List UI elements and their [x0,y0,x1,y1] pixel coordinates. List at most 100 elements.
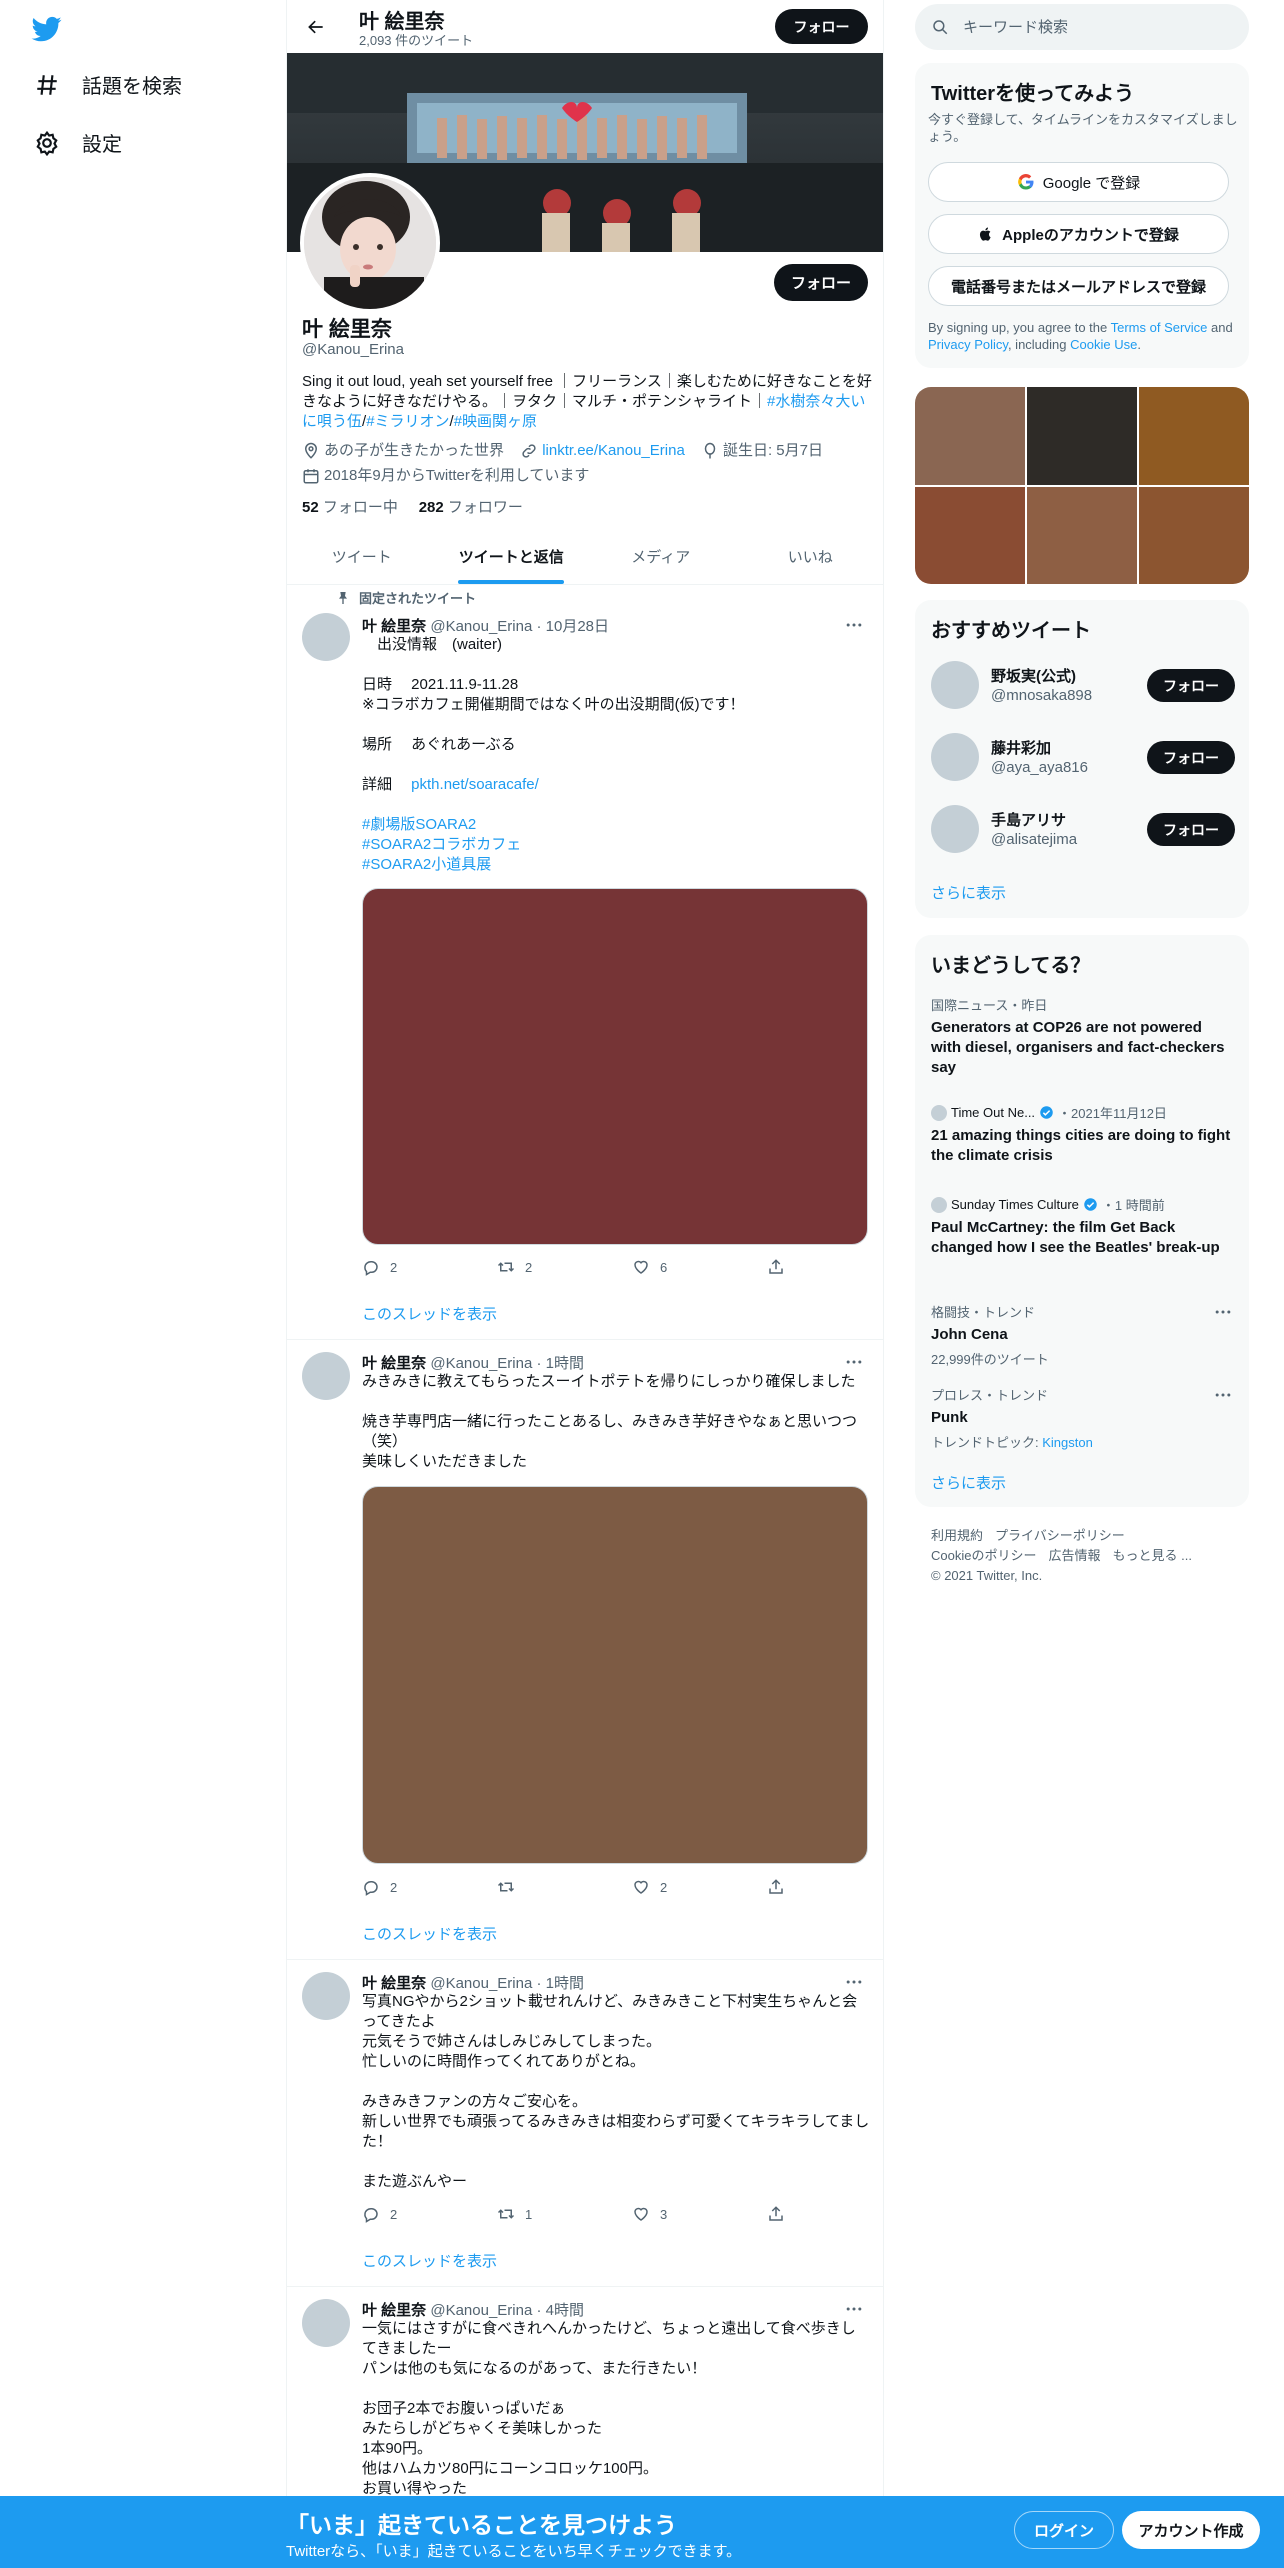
media-thumbnail[interactable] [1139,387,1249,485]
tweet-avatar[interactable] [302,1352,350,1400]
tab-tweets-and-replies[interactable]: ツイートと返信 [437,528,587,584]
nav-explore[interactable]: 話題を検索 [34,70,182,99]
footer-link[interactable]: 利用規約 [931,1528,983,1543]
followers-link[interactable]: 282 フォロワー [419,499,523,516]
terms-of-service-link[interactable]: Terms of Service [1111,320,1208,335]
show-thread-link[interactable]: このスレッドを表示 [362,1923,497,1944]
tweet-author-name[interactable]: 叶 絵里奈 [362,2302,426,2319]
twitter-logo-icon[interactable] [30,14,64,44]
trend-item[interactable]: プロレス・トレンド Punk トレンドトピック: Kingston [931,1385,1233,1451]
retweet-button[interactable]: 2 [497,1258,532,1276]
apple-signup-button[interactable]: Appleのアカウントで登録 [928,214,1229,254]
trend-item[interactable]: 格闘技・トレンド John Cena 22,999件のツイート [931,1302,1233,1368]
share-button[interactable] [767,1258,785,1276]
tweet-handle-time[interactable]: @Kanou_Erina · 1時間 [430,1355,584,1372]
retweet-button[interactable] [497,1878,525,1896]
follow-button[interactable]: フォロー [1147,741,1235,774]
reply-button[interactable]: 2 [362,1878,397,1896]
bio-hashtag[interactable]: #映画関ヶ原 [454,413,537,430]
login-button[interactable]: ログイン [1014,2511,1114,2549]
tweet-author-name[interactable]: 叶 絵里奈 [362,618,426,635]
following-link[interactable]: 52 フォロー中 [302,499,398,516]
media-thumbnail[interactable] [1139,486,1249,584]
profile-link-text[interactable]: linktr.ee/Kanou_Erina [542,441,685,461]
recommended-user[interactable]: 手島アリサ @alisatejima フォロー [931,803,1235,855]
tweet-link[interactable]: pkth.net/soaracafe/ [411,776,539,793]
media-thumbnail[interactable] [915,387,1025,485]
nav-settings[interactable]: 設定 [34,128,122,157]
recommended-user-name[interactable]: 野坂実(公式) [991,665,1076,686]
share-button[interactable] [767,2205,785,2223]
tweet-avatar[interactable] [302,1972,350,2020]
profile-avatar[interactable] [300,173,440,313]
tweet-hashtag[interactable]: #SOARA2小道具展 [362,856,491,873]
recommended-user[interactable]: 野坂実(公式) @mnosaka898 フォロー [931,659,1235,711]
search-box[interactable] [915,4,1249,50]
more-options-icon[interactable] [1213,1302,1233,1322]
google-signup-button[interactable]: Google で登録 [928,162,1229,202]
follow-button[interactable]: フォロー [1147,813,1235,846]
show-thread-link[interactable]: このスレッドを表示 [362,1303,497,1324]
tweet-avatar[interactable] [302,613,350,661]
tweet-media-image[interactable] [362,888,868,1245]
tab-tweets[interactable]: ツイート [287,528,437,584]
avatar[interactable] [931,661,979,709]
tweet-item[interactable]: 叶 絵里奈 @Kanou_Erina · 1時間 みきみきに教えてもらったスーイ… [287,1340,883,1960]
show-more-link[interactable]: さらに表示 [931,882,1006,903]
reply-button[interactable]: 2 [362,2205,397,2223]
more-options-icon[interactable] [842,615,866,635]
tweet-item[interactable]: 叶 絵里奈 @Kanou_Erina · 10月28日 出没情報 (waiter… [287,585,883,1340]
footer-link[interactable]: Cookieのポリシー [931,1548,1036,1563]
search-input[interactable] [963,18,1223,36]
tweet-hashtag[interactable]: #劇場版SOARA2 [362,816,476,833]
recommended-user[interactable]: 藤井彩加 @aya_aya816 フォロー [931,731,1235,783]
more-options-icon[interactable] [842,1352,866,1372]
cookie-use-link[interactable]: Cookie Use [1070,337,1137,352]
tweet-handle-time[interactable]: @Kanou_Erina · 4時間 [430,2302,584,2319]
phone-email-signup-button[interactable]: 電話番号またはメールアドレスで登録 [928,266,1229,306]
tweet-media-image[interactable] [362,1486,868,1864]
tweet-handle-time[interactable]: @Kanou_Erina · 10月28日 [430,618,609,635]
follow-button[interactable]: フォロー [1147,669,1235,702]
retweet-button[interactable]: 1 [497,2205,532,2223]
footer-link[interactable]: 広告情報 [1048,1548,1100,1563]
share-button[interactable] [767,1878,785,1896]
tweet-avatar[interactable] [302,2299,350,2347]
trend-topic-link[interactable]: Kingston [1042,1435,1093,1450]
trend-item[interactable]: Sunday Times Culture ・1 時間前 Paul McCartn… [931,1195,1233,1258]
tweet-handle-time[interactable]: @Kanou_Erina · 1時間 [430,1975,584,1992]
recommended-user-name[interactable]: 藤井彩加 [991,737,1051,758]
tab-media[interactable]: メディア [586,528,736,584]
recommended-user-name[interactable]: 手島アリサ [991,809,1066,830]
signup-button[interactable]: アカウント作成 [1122,2511,1260,2549]
tweet-hashtag[interactable]: #SOARA2コラボカフェ [362,836,521,853]
trend-item[interactable]: 国際ニュース・昨日 Generators at COP26 are not po… [931,995,1233,1078]
footer-link[interactable]: もっと見る ... [1112,1548,1191,1563]
like-button[interactable]: 2 [632,1878,667,1896]
media-thumbnail[interactable] [1027,387,1137,485]
profile-follow-button[interactable]: フォロー [774,264,868,301]
avatar[interactable] [931,733,979,781]
reply-button[interactable]: 2 [362,1258,397,1276]
trend-item[interactable]: Time Out Ne... ・2021年11月12日 21 amazing t… [931,1103,1233,1166]
avatar[interactable] [931,805,979,853]
media-thumbnail[interactable] [915,486,1025,584]
tweet-item[interactable]: 叶 絵里奈 @Kanou_Erina · 1時間 写真NGやから2ショット載せれ… [287,1960,883,2287]
privacy-policy-link[interactable]: Privacy Policy [928,337,1008,352]
back-arrow-icon[interactable] [301,12,331,42]
tweet-author-name[interactable]: 叶 絵里奈 [362,1975,426,1992]
more-options-icon[interactable] [842,1972,866,1992]
tab-likes[interactable]: いいね [736,528,884,584]
more-options-icon[interactable] [842,2299,866,2319]
profile-link[interactable]: linktr.ee/Kanou_Erina [520,441,685,461]
tweet-author-name[interactable]: 叶 絵里奈 [362,1355,426,1372]
more-options-icon[interactable] [1213,1385,1233,1405]
header-follow-button[interactable]: フォロー [775,9,868,44]
show-thread-link[interactable]: このスレッドを表示 [362,2250,497,2271]
like-button[interactable]: 3 [632,2205,667,2223]
media-thumbnail[interactable] [1027,486,1137,584]
like-button[interactable]: 6 [632,1258,667,1276]
footer-link[interactable]: プライバシーポリシー [995,1528,1125,1543]
bio-hashtag[interactable]: #ミラリオン [366,413,449,430]
show-more-link[interactable]: さらに表示 [931,1472,1006,1493]
